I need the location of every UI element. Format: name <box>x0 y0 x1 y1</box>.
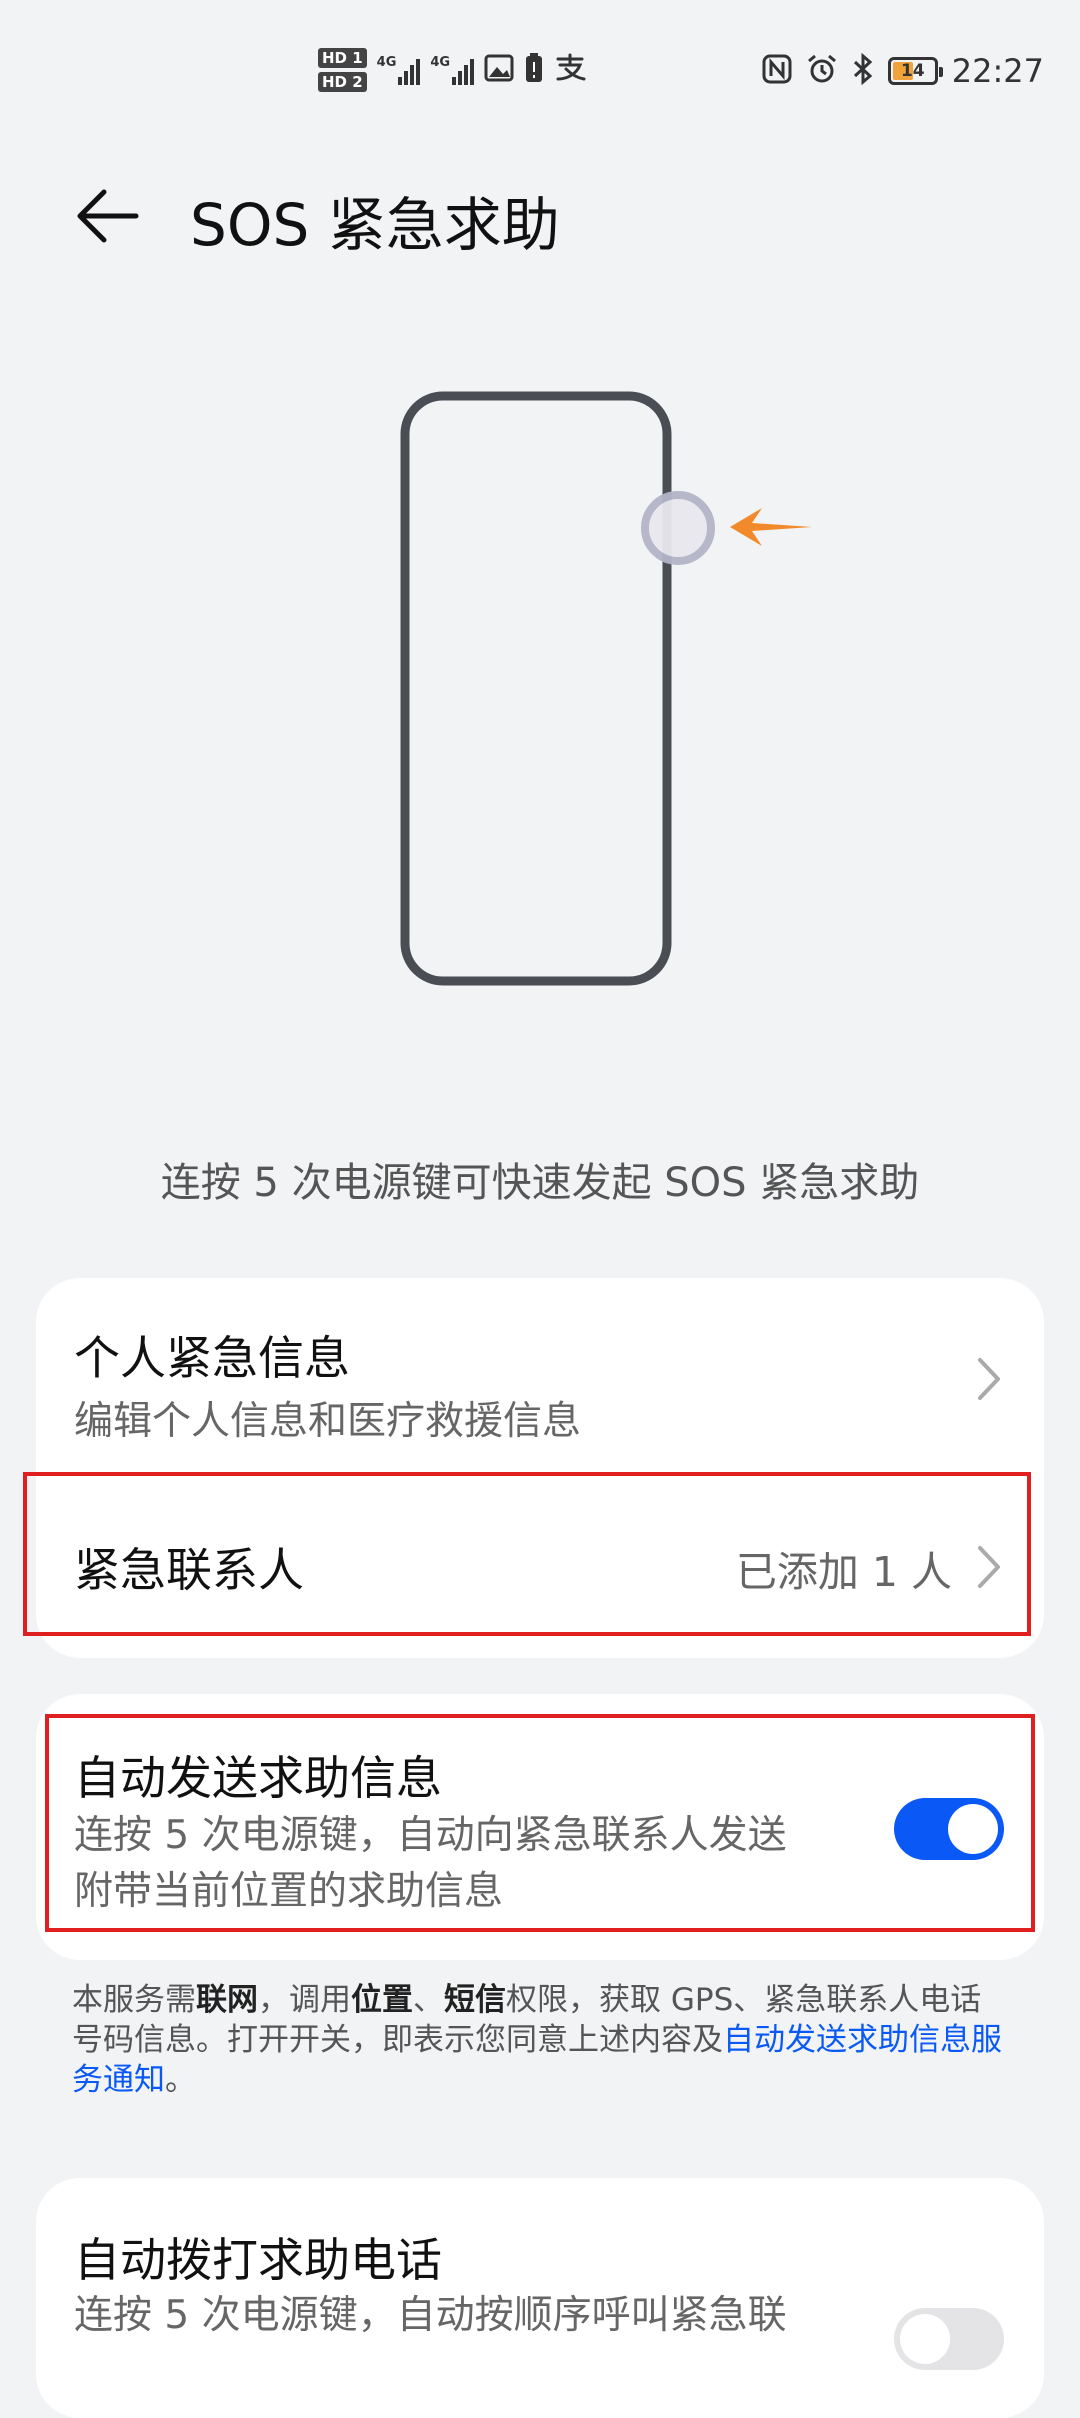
alipay-icon <box>554 53 588 88</box>
auto-call-subtitle: 连按 5 次电源键，自动按顺序呼叫紧急联 <box>74 2293 787 2338</box>
alarm-icon <box>806 53 838 89</box>
network-type-label: 4G <box>376 55 397 70</box>
gallery-icon <box>484 53 514 88</box>
status-right: 14 22:27 <box>762 52 1044 90</box>
sim-indicators: HD 1 HD 2 <box>318 48 367 92</box>
status-bar: HD 1 HD 2 4G 4G 14 22:27 <box>0 0 1080 150</box>
battery-saver-icon <box>524 52 544 89</box>
privacy-notice: 本服务需联网，调用位置、短信权限，获取 GPS、紧急联系人电话号码信息。打开开关… <box>72 1980 1012 2100</box>
power-button-illustration <box>400 391 812 986</box>
bluetooth-icon <box>852 52 874 89</box>
auto-call-toggle[interactable] <box>894 2308 1004 2370</box>
power-key-highlight <box>641 491 715 565</box>
sim1-label: HD 1 <box>318 48 367 68</box>
notice-text: 。 <box>165 2062 196 2098</box>
personal-info-title: 个人紧急信息 <box>74 1331 350 1385</box>
signal-icon: 4G <box>430 55 475 85</box>
notice-network-term: 联网 <box>196 1982 258 2018</box>
sos-hint-text: 连按 5 次电源键可快速发起 SOS 紧急求助 <box>160 1160 920 1206</box>
notice-text: 本服务需 <box>72 1982 196 2018</box>
network-type-label: 4G <box>430 55 451 70</box>
personal-info-subtitle: 编辑个人信息和医疗救援信息 <box>74 1399 582 1444</box>
battery-icon: 14 <box>887 57 943 85</box>
highlight-box-auto-send <box>45 1714 1035 1932</box>
notice-location-term: 位置 <box>351 1982 413 2018</box>
highlight-box-contacts <box>23 1472 1031 1636</box>
back-button[interactable] <box>72 180 144 252</box>
auto-call-card: 自动拨打求助电话 连按 5 次电源键，自动按顺序呼叫紧急联 <box>36 2178 1044 2418</box>
chevron-right-icon <box>978 1358 1000 1400</box>
phone-outline <box>400 391 672 986</box>
notice-sms-term: 短信 <box>444 1982 506 2018</box>
back-arrow-icon <box>77 189 139 243</box>
signal-icon: 4G <box>377 55 421 85</box>
arrow-icon <box>730 508 812 546</box>
notice-text: ，调用 <box>258 1982 351 2018</box>
notice-text: 、 <box>413 1982 444 2018</box>
clock: 22:27 <box>951 52 1044 90</box>
personal-emergency-info-item[interactable]: 个人紧急信息 编辑个人信息和医疗救援信息 <box>36 1278 1044 1478</box>
nfc-icon <box>762 54 792 88</box>
page-title: SOS 紧急求助 <box>190 191 560 259</box>
sim2-label: HD 2 <box>318 72 367 92</box>
battery-level: 14 <box>900 61 925 81</box>
status-left: HD 1 HD 2 4G 4G <box>318 48 588 92</box>
auto-call-title: 自动拨打求助电话 <box>74 2233 442 2287</box>
toggle-knob <box>900 2314 950 2364</box>
